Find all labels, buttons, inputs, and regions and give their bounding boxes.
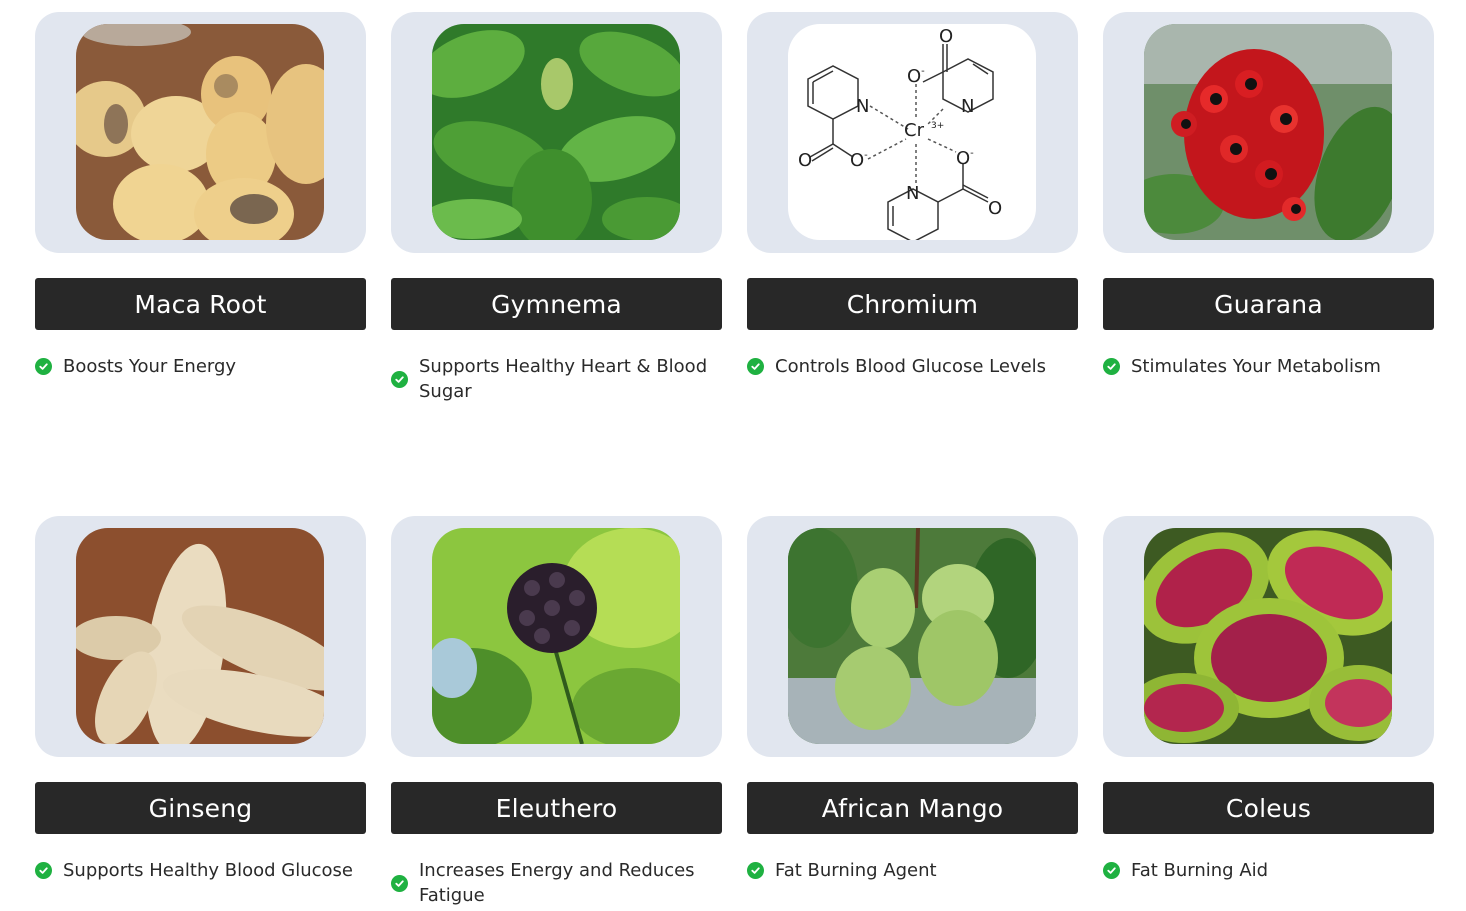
benefit-text: Fat Burning Agent <box>775 860 937 881</box>
check-circle-icon <box>747 862 764 879</box>
gymnema-plant-photo <box>432 24 680 240</box>
structure-n-right: N <box>961 96 974 117</box>
check-circle-icon <box>391 370 408 388</box>
benefit-text: Supports Healthy Blood Glucose <box>63 860 353 881</box>
structure-o-left-dbl: O <box>798 150 812 171</box>
benefit-text: Increases Energy and Reduces Fatigue <box>419 860 695 906</box>
benefit-item: Boosts Your Energy <box>35 354 371 379</box>
benefit-item: Controls Blood Glucose Levels <box>747 354 1083 379</box>
check-circle-icon <box>35 358 52 375</box>
benefit-item: Fat Burning Aid <box>1103 858 1439 883</box>
ingredient-title: Maca Root <box>35 278 366 330</box>
benefit-item: Supports Healthy Blood Glucose <box>35 858 371 883</box>
ingredient-title: African Mango <box>747 782 1078 834</box>
ingredient-title: Eleuthero <box>391 782 722 834</box>
ginseng-root-photo <box>76 528 324 744</box>
maca-root-photo <box>76 24 324 240</box>
coleus-leaves-photo <box>1144 528 1392 744</box>
image-frame <box>391 516 722 757</box>
ingredient-title: Chromium <box>747 278 1078 330</box>
check-circle-icon <box>391 874 408 892</box>
negative-charge-sign: - <box>864 150 868 161</box>
benefit-text: Boosts Your Energy <box>63 356 237 377</box>
benefit-text: Supports Healthy Heart & Blood Sugar <box>419 356 708 402</box>
benefit-text: Stimulates Your Metabolism <box>1131 356 1381 377</box>
structure-o-right: O- <box>956 148 974 169</box>
image-frame <box>35 516 366 757</box>
image-frame <box>1103 516 1434 757</box>
structure-cr: Cr <box>904 120 925 141</box>
ingredient-title: Coleus <box>1103 782 1434 834</box>
check-circle-icon <box>747 358 764 375</box>
ingredient-title: Ginseng <box>35 782 366 834</box>
structure-o-top-dbl: O <box>939 26 953 47</box>
benefit-item: Fat Burning Agent <box>747 858 1083 883</box>
benefit-item: Stimulates Your Metabolism <box>1103 354 1439 379</box>
benefit-item: Increases Energy and Reduces Fatigue <box>391 858 727 908</box>
eleuthero-berries-photo <box>432 528 680 744</box>
image-frame <box>35 12 366 253</box>
check-circle-icon <box>1103 358 1120 375</box>
structure-o-left: O- <box>850 150 868 171</box>
structure-charge: 3+ <box>931 121 944 131</box>
benefit-text: Controls Blood Glucose Levels <box>775 356 1047 377</box>
structure-o-bottom-dbl: O <box>988 198 1002 219</box>
image-frame <box>391 12 722 253</box>
image-frame <box>1103 12 1434 253</box>
chromium-picolinate-structure: N Cr 3+ O- O N O O- O- N O <box>788 24 1036 240</box>
guarana-berries-photo <box>1144 24 1392 240</box>
image-frame: N Cr 3+ O- O N O O- O- N O <box>747 12 1078 253</box>
negative-charge-sign: - <box>921 66 925 77</box>
benefit-text: Fat Burning Aid <box>1131 860 1269 881</box>
benefit-item: Supports Healthy Heart & Blood Sugar <box>391 354 727 404</box>
structure-o-top: O- <box>907 66 925 87</box>
structure-n-left: N <box>856 96 869 117</box>
check-circle-icon <box>1103 862 1120 879</box>
african-mango-photo <box>788 528 1036 744</box>
structure-n-bottom: N <box>906 183 919 204</box>
ingredient-title: Gymnema <box>391 278 722 330</box>
check-circle-icon <box>35 862 52 879</box>
negative-charge-sign: - <box>970 148 974 159</box>
ingredient-title: Guarana <box>1103 278 1434 330</box>
image-frame <box>747 516 1078 757</box>
